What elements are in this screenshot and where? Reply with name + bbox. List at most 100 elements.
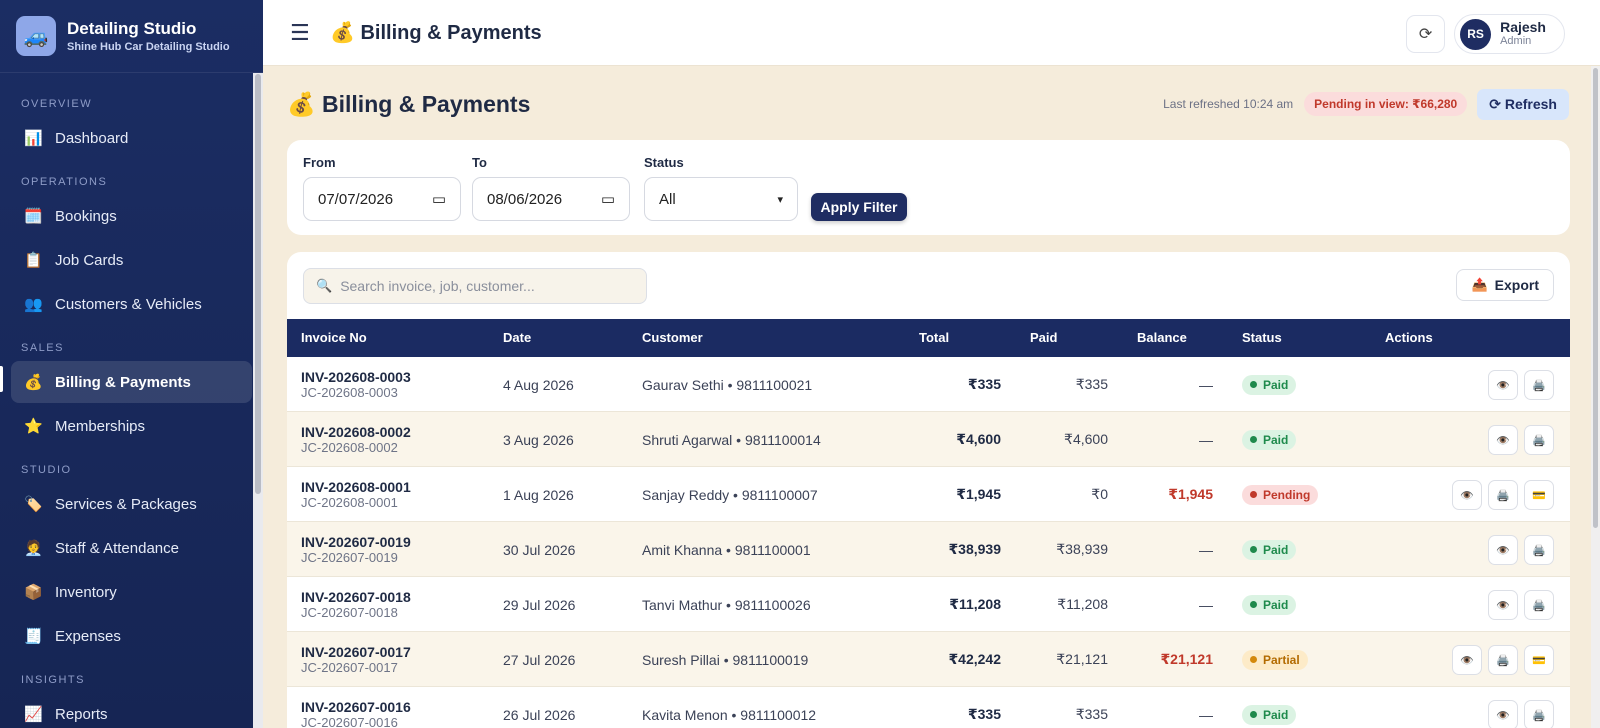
job-card-number: JC-202608-0002 — [301, 440, 398, 455]
sidebar-item-bookings[interactable]: 🗓️ Bookings — [11, 195, 252, 237]
table-row[interactable]: INV-202607-0016 JC-202607-0016 26 Jul 2026… — [287, 687, 1570, 728]
view-button[interactable]: 👁️ — [1488, 425, 1518, 455]
invoice-number[interactable]: INV-202608-0003 — [301, 369, 491, 385]
printer-icon: 🖨️ — [1532, 434, 1546, 447]
status-badge: Paid — [1242, 429, 1297, 450]
from-date-value: 07/07/2026 — [318, 190, 394, 208]
status-text: Paid — [1263, 542, 1289, 557]
invoice-number[interactable]: INV-202607-0017 — [301, 644, 491, 660]
table-row[interactable]: INV-202607-0017 JC-202607-0017 27 Jul 2026… — [287, 632, 1570, 687]
sidebar-item-dashboard[interactable]: 📊 Dashboard — [11, 117, 252, 159]
table-row[interactable]: INV-202608-0002 JC-202608-0002 3 Aug 2026 S… — [287, 412, 1570, 467]
customer-cell: Gaurav Sethi • 9811100021 — [642, 357, 812, 412]
sidebar-item-label: Billing & Payments — [55, 373, 191, 391]
nav-section-insights: INSIGHTS — [21, 674, 85, 686]
search-input[interactable]: 🔍 Search invoice, job, customer... — [303, 268, 647, 304]
sidebar-item-job-cards[interactable]: 📋 Job Cards — [11, 239, 252, 281]
sidebar-item-reports[interactable]: 📈 Reports — [11, 693, 252, 728]
star-icon: ⭐ — [24, 418, 43, 435]
status-select[interactable]: All ▾ — [644, 177, 798, 221]
sidebar-item-inventory[interactable]: 📦 Inventory — [11, 571, 252, 613]
page-scrollbar-thumb[interactable] — [1593, 68, 1598, 528]
sidebar-item-expenses[interactable]: 🧾 Expenses — [11, 615, 252, 657]
view-button[interactable]: 👁️ — [1488, 700, 1518, 728]
refresh-button[interactable]: ⟳ Refresh — [1477, 88, 1569, 120]
page-scrollbar[interactable] — [1591, 66, 1600, 728]
print-button[interactable]: 🖨️ — [1524, 535, 1554, 565]
table-row[interactable]: INV-202608-0003 JC-202608-0003 4 Aug 2026 G… — [287, 357, 1570, 412]
apply-filter-button[interactable]: Apply Filter — [811, 193, 907, 221]
sidebar-item-services-packages[interactable]: 🏷️ Services & Packages — [11, 483, 252, 525]
invoice-number[interactable]: INV-202607-0016 — [301, 699, 491, 715]
sidebar-item-label: Expenses — [55, 627, 121, 645]
col-balance[interactable]: Balance — [1137, 319, 1187, 357]
invoice-number[interactable]: INV-202608-0001 — [301, 479, 491, 495]
invoice-date: 3 Aug 2026 — [503, 431, 574, 448]
from-label: From — [303, 155, 336, 170]
view-button[interactable]: 👁️ — [1488, 590, 1518, 620]
col-total[interactable]: Total — [919, 319, 949, 357]
view-button[interactable]: 👁️ — [1488, 370, 1518, 400]
print-button[interactable]: 🖨️ — [1488, 645, 1518, 675]
print-button[interactable]: 🖨️ — [1524, 590, 1554, 620]
sidebar-item-label: Reports — [55, 705, 108, 723]
invoice-number[interactable]: INV-202607-0018 — [301, 589, 491, 605]
invoice-number[interactable]: INV-202607-0019 — [301, 534, 491, 550]
col-status[interactable]: Status — [1242, 319, 1282, 357]
receipt-icon: 🧾 — [24, 628, 43, 645]
total-cell: ₹335 — [901, 687, 1001, 728]
status-dot-icon — [1250, 601, 1257, 608]
user-menu[interactable]: RS Rajesh Admin — [1454, 14, 1565, 54]
col-date[interactable]: Date — [503, 319, 531, 357]
balance-amount: — — [1199, 431, 1213, 448]
sidebar-scrollbar[interactable] — [253, 73, 263, 728]
box-icon: 📦 — [24, 584, 43, 601]
print-button[interactable]: 🖨️ — [1524, 370, 1554, 400]
sidebar-scrollbar-thumb[interactable] — [255, 74, 261, 494]
job-card-number: JC-202607-0016 — [301, 715, 398, 728]
to-date-input[interactable]: 08/06/2026 ▭ — [472, 177, 630, 221]
table-row[interactable]: INV-202607-0019 JC-202607-0019 30 Jul 2026… — [287, 522, 1570, 577]
view-button[interactable]: 👁️ — [1452, 480, 1482, 510]
export-button[interactable]: 📤 Export — [1456, 269, 1554, 301]
customer-info: Amit Khanna • 9811100001 — [642, 541, 811, 558]
money-bag-icon: 💰 — [24, 374, 43, 391]
topbar-title: 💰 Billing & Payments — [330, 20, 542, 45]
sidebar-item-billing-payments[interactable]: 💰 Billing & Payments — [11, 361, 252, 403]
status-dot-icon — [1250, 656, 1257, 663]
col-invoice-no[interactable]: Invoice No — [301, 319, 367, 357]
printer-icon: 🖨️ — [1496, 654, 1510, 667]
print-button[interactable]: 🖨️ — [1524, 425, 1554, 455]
sidebar: 🚙 Detailing Studio Shine Hub Car Detaili… — [0, 0, 263, 728]
paid-amount: ₹335 — [1075, 706, 1108, 722]
total-cell: ₹38,939 — [901, 522, 1001, 577]
col-paid[interactable]: Paid — [1030, 319, 1057, 357]
from-date-input[interactable]: 07/07/2026 ▭ — [303, 177, 461, 221]
customer-cell: Shruti Agarwal • 9811100014 — [642, 412, 821, 467]
last-refreshed-text: Last refreshed 10:24 am — [1163, 97, 1294, 111]
refresh-icon-button[interactable]: ⟳ — [1406, 15, 1446, 53]
paid-cell: ₹4,600 — [1008, 412, 1108, 467]
record-payment-button[interactable]: 💳 — [1524, 480, 1554, 510]
tag-icon: 🏷️ — [24, 496, 43, 513]
page-header: 💰 Billing & Payments Last refreshed 10:2… — [287, 86, 1569, 122]
invoice-date: 27 Jul 2026 — [503, 651, 576, 668]
date-cell: 1 Aug 2026 — [503, 467, 574, 522]
sidebar-item-memberships[interactable]: ⭐ Memberships — [11, 405, 252, 447]
col-customer[interactable]: Customer — [642, 319, 703, 357]
sidebar-item-staff-attendance[interactable]: 🧑‍💼 Staff & Attendance — [11, 527, 252, 569]
view-button[interactable]: 👁️ — [1488, 535, 1518, 565]
sidebar-item-customers-vehicles[interactable]: 👥 Customers & Vehicles — [11, 283, 252, 325]
view-button[interactable]: 👁️ — [1452, 645, 1482, 675]
table-row[interactable]: INV-202607-0018 JC-202607-0018 29 Jul 2026… — [287, 577, 1570, 632]
printer-icon: 🖨️ — [1532, 379, 1546, 392]
hamburger-menu-icon[interactable]: ☰ — [290, 20, 312, 46]
table-row[interactable]: INV-202608-0001 JC-202608-0001 1 Aug 2026 S… — [287, 467, 1570, 522]
record-payment-button[interactable]: 💳 — [1524, 645, 1554, 675]
print-button[interactable]: 🖨️ — [1488, 480, 1518, 510]
status-cell: Paid — [1242, 577, 1297, 632]
nav-section-overview: OVERVIEW — [21, 98, 93, 110]
balance-amount: — — [1199, 706, 1213, 723]
invoice-number[interactable]: INV-202608-0002 — [301, 424, 491, 440]
print-button[interactable]: 🖨️ — [1524, 700, 1554, 728]
